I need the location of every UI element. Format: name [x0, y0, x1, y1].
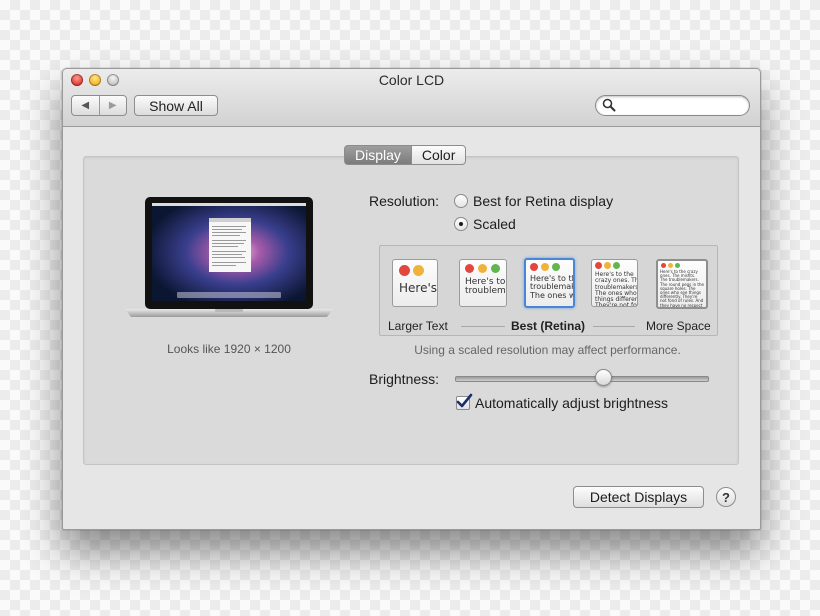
window-title: Color LCD — [378, 72, 445, 88]
thumb-sample-text: Here's to the crazy ones. The misfits. T… — [660, 269, 704, 308]
scale-label-larger-text: Larger Text — [388, 319, 448, 333]
thumb-close-dot — [399, 265, 410, 276]
scale-label-best-retina: Best (Retina) — [511, 319, 586, 333]
thumb-zoom-dot — [675, 263, 680, 268]
thumb-minimize-dot — [604, 262, 611, 269]
brightness-slider-track[interactable] — [455, 376, 709, 382]
back-button[interactable]: ◀ — [72, 96, 99, 115]
title-bar: Color LCD ◀ ▶ Show All — [63, 69, 760, 127]
scale-line-right — [593, 326, 635, 327]
radio-best-for-retina[interactable]: Best for Retina display — [454, 193, 613, 209]
tab-display[interactable]: Display — [344, 145, 411, 165]
thumb-titlebar — [526, 260, 573, 274]
performance-hint: Using a scaled resolution may affect per… — [414, 343, 681, 357]
thumb-close-dot — [465, 264, 474, 273]
show-all-button[interactable]: Show All — [134, 95, 218, 116]
thumb-sample-text: Here's to the troublemakers. — [465, 277, 506, 297]
scale-option-larger-text[interactable]: Here's — [392, 259, 438, 307]
scale-option-best-retina[interactable]: Here's to the troublemakers. The ones wh… — [524, 258, 575, 308]
search-field[interactable] — [595, 95, 750, 116]
scale-option-2[interactable]: Here's to the troublemakers. — [459, 259, 507, 307]
scaled-resolution-picker: Here's Here's to the troublemakers. Here… — [379, 245, 718, 336]
detect-displays-button[interactable]: Detect Displays — [573, 486, 704, 508]
preferences-window: Color LCD ◀ ▶ Show All Display Color Loo… — [62, 68, 761, 530]
thumb-sample-text: Here's — [399, 281, 438, 295]
radio-button[interactable] — [454, 217, 468, 231]
back-arrow-icon: ◀ — [81, 100, 90, 111]
resolution-label: Resolution: — [369, 193, 440, 209]
auto-brightness-checkbox[interactable] — [456, 393, 473, 410]
thumb-minimize-dot — [668, 263, 673, 268]
thumb-titlebar — [460, 260, 506, 277]
thumb-sample-text: Here's to the troublemakers. The ones wh… — [530, 274, 575, 300]
thumb-zoom-dot — [491, 264, 500, 273]
scale-line-left — [461, 326, 505, 327]
tab-color[interactable]: Color — [410, 145, 467, 165]
thumb-close-dot — [661, 263, 666, 268]
search-icon — [602, 98, 616, 112]
thumb-titlebar — [393, 260, 437, 281]
forward-arrow-icon: ▶ — [108, 100, 117, 111]
thumb-close-dot — [530, 263, 538, 271]
radio-label: Scaled — [473, 216, 516, 232]
thumb-close-dot — [595, 262, 602, 269]
resolution-caption: Looks like 1920 × 1200 — [167, 342, 291, 356]
radio-label: Best for Retina display — [473, 193, 614, 209]
tab-bar: Display Color — [344, 145, 467, 165]
help-icon: ? — [722, 489, 730, 505]
brightness-label: Brightness: — [369, 371, 440, 387]
laptop-display-image — [125, 197, 333, 317]
scale-option-4[interactable]: Here's to the crazy ones. The troublemak… — [591, 259, 638, 307]
thumb-zoom-dot — [613, 262, 620, 269]
help-button[interactable]: ? — [716, 487, 736, 507]
auto-brightness-option[interactable]: Automatically adjust brightness — [456, 393, 668, 411]
checkmark-icon — [456, 393, 473, 408]
thumb-minimize-dot — [413, 265, 424, 276]
thumb-titlebar — [592, 260, 637, 271]
thumb-zoom-dot — [552, 263, 560, 271]
thumb-sample-text: Here's to the crazy ones. The troublemak… — [595, 271, 638, 307]
search-input[interactable] — [618, 97, 746, 115]
radio-scaled[interactable]: Scaled — [454, 216, 516, 232]
thumb-minimize-dot — [478, 264, 487, 273]
radio-button[interactable] — [454, 194, 468, 208]
nav-buttons: ◀ ▶ — [71, 95, 127, 116]
scale-label-more-space: More Space — [646, 319, 711, 333]
forward-button[interactable]: ▶ — [98, 96, 127, 115]
thumb-minimize-dot — [541, 263, 549, 271]
scale-option-more-space[interactable]: Here's to the crazy ones. The misfits. T… — [656, 259, 708, 309]
auto-brightness-label: Automatically adjust brightness — [475, 395, 668, 411]
